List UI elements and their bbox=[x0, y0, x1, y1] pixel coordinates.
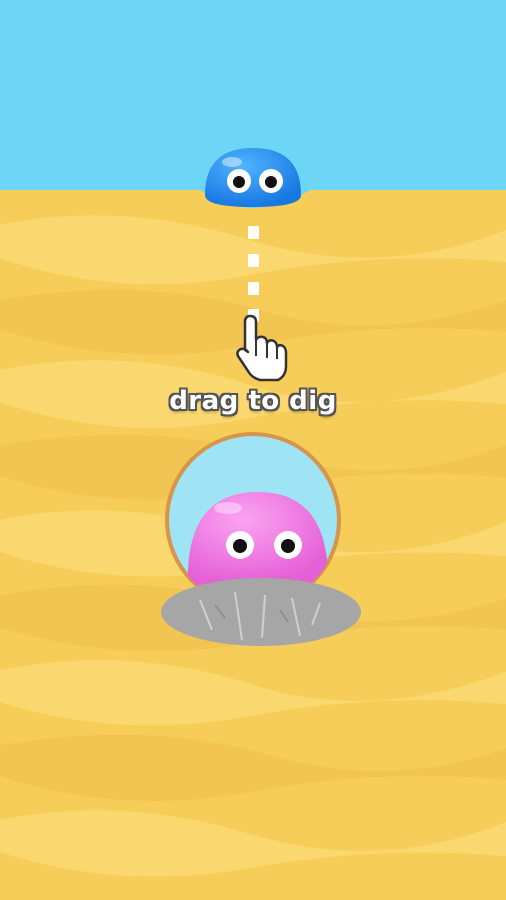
stone-base bbox=[161, 578, 361, 646]
game-scene[interactable] bbox=[0, 0, 506, 900]
instruction-label: drag to dig bbox=[169, 386, 337, 416]
